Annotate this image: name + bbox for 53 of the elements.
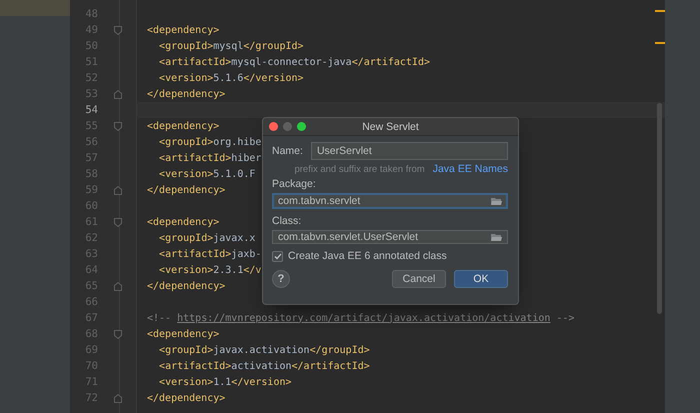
fold-icon[interactable]: [114, 394, 122, 402]
folder-icon[interactable]: [491, 232, 502, 242]
fold-icon[interactable]: [114, 90, 122, 98]
scrollbar-thumb[interactable]: [657, 103, 662, 314]
folder-icon[interactable]: [491, 196, 502, 206]
code-line: </dependency>: [147, 184, 226, 196]
fold-icon[interactable]: [114, 26, 122, 34]
code-line: <groupId>mysql</groupId>: [158, 40, 304, 52]
close-button[interactable]: [269, 122, 278, 131]
code-line: <artifactId>hiber: [158, 152, 262, 164]
code-line: <groupId>javax.x: [158, 232, 256, 244]
field-label: Package:: [272, 178, 317, 190]
field-label: Name:: [272, 145, 303, 157]
code-line: <version>1.1</version>: [158, 376, 292, 388]
link[interactable]: https://mvnrepository.com/artifact/javax.activation/activation: [177, 312, 550, 324]
code-line: <artifactId>jaxb-: [158, 248, 262, 260]
code-line: <dependency>: [147, 24, 220, 36]
dialog-button[interactable]: OK: [454, 270, 508, 288]
code-line: <dependency>: [147, 120, 220, 132]
code-line: <version>2.3.1</v: [158, 264, 262, 276]
help-button[interactable]: ?: [272, 270, 290, 288]
zoom-button[interactable]: [297, 122, 306, 131]
code-line: <artifactId>activation</artifactId>: [158, 360, 370, 372]
checkbox-label: Create Java EE 6 annotated class: [288, 250, 447, 262]
fold-icon[interactable]: [114, 186, 122, 194]
code-line: <groupId>org.hibe: [158, 136, 262, 148]
fold-icon[interactable]: [114, 330, 122, 338]
package-field[interactable]: com.tabvn.servlet: [272, 193, 508, 209]
hint-text: prefix and suffix are taken from: [294, 164, 425, 174]
code-line: </dependency>: [147, 392, 226, 404]
fold-icon[interactable]: [114, 282, 122, 290]
name-field[interactable]: UserServlet: [310, 142, 508, 160]
code-line: </dependency>: [147, 88, 226, 100]
checkbox[interactable]: [272, 250, 283, 262]
code-line: </dependency>: [147, 280, 226, 292]
minimize-button[interactable]: [283, 122, 292, 131]
code-line: <version>5.1.6</version>: [158, 72, 304, 84]
fold-icon[interactable]: [114, 122, 122, 130]
link[interactable]: Java EE Names: [432, 163, 508, 175]
warning-marker[interactable]: [655, 42, 665, 44]
line-number: 54: [84, 104, 98, 116]
class-field[interactable]: com.tabvn.servlet.UserServlet: [272, 230, 508, 244]
code-line: <dependency>: [147, 328, 220, 340]
dialog-title: New Servlet: [362, 120, 419, 132]
code-line: <artifactId>mysql-connector-java</artifactId>: [158, 56, 430, 68]
code-line: <groupId>javax.activation</groupId>: [158, 344, 370, 356]
code-line: <dependency>: [147, 216, 220, 228]
dialog-button[interactable]: Cancel: [392, 270, 446, 288]
code-line: <!-- https://mvnrepository.com/artifact/javax.activation/activation -->: [147, 312, 574, 324]
field-label: Class:: [272, 215, 302, 227]
fold-icon[interactable]: [114, 218, 122, 226]
code-line: <version>5.1.0.F: [158, 168, 256, 180]
warning-marker[interactable]: [655, 10, 665, 12]
